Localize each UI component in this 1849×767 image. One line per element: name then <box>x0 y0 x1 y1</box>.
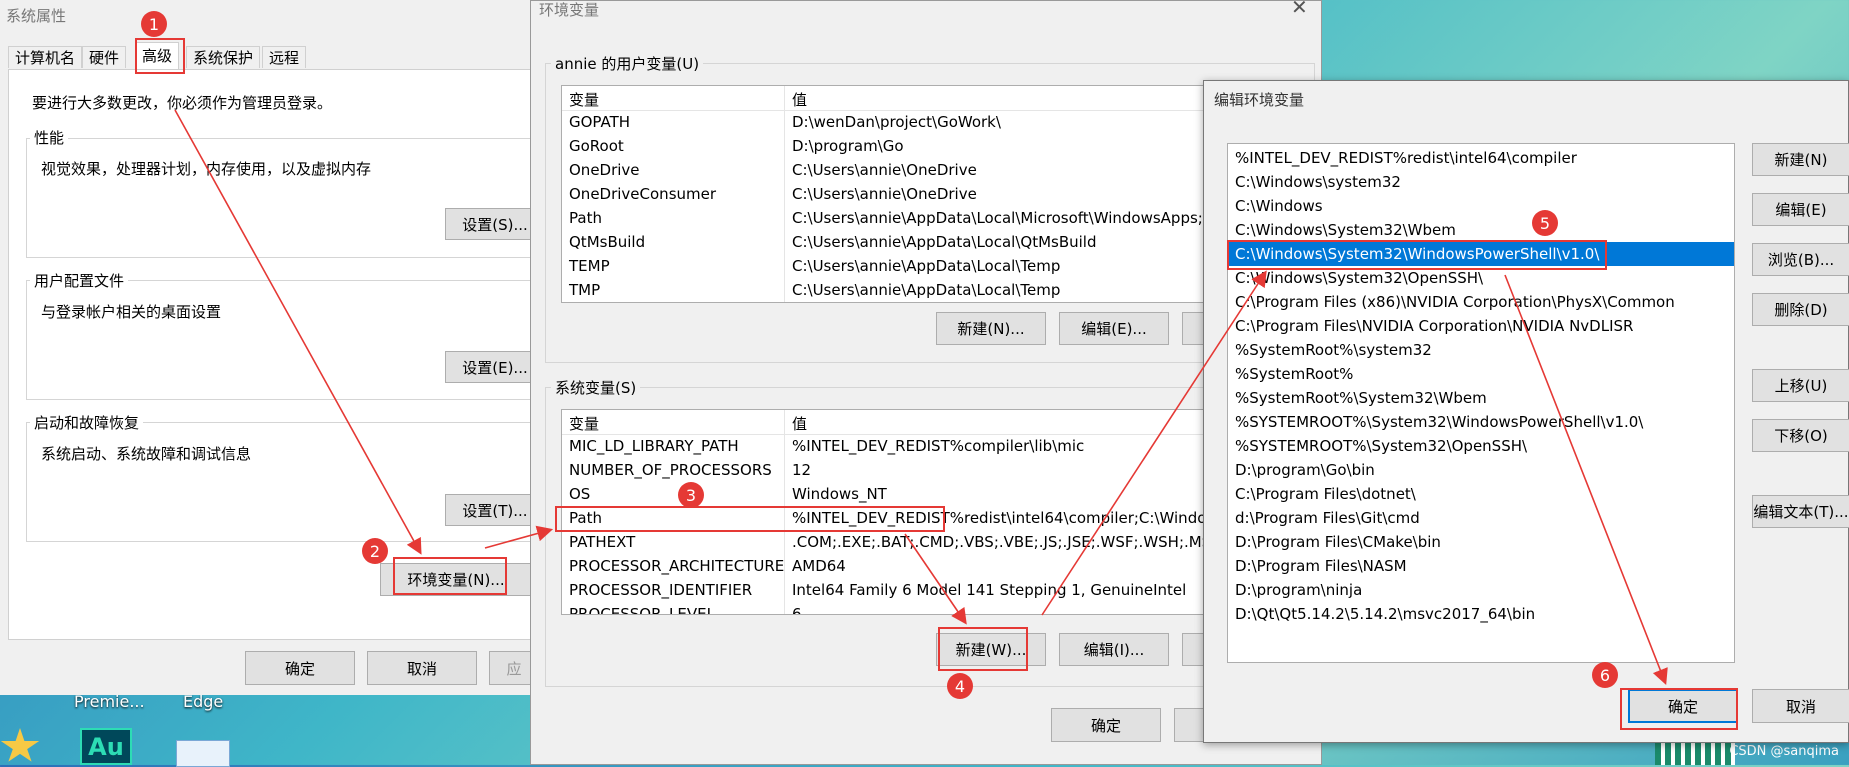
arrow-5-to-6 <box>1504 274 1668 685</box>
step-badge-4: 4 <box>947 673 973 699</box>
annotation-arrows <box>174 109 1668 685</box>
arrow-2-to-3 <box>484 525 554 549</box>
step-badge-2: 2 <box>362 538 388 564</box>
step-badge-3: 3 <box>678 482 704 508</box>
step-badge-1: 1 <box>141 11 167 37</box>
arrow-1-to-2 <box>174 109 422 555</box>
arrow-3-to-4 <box>904 533 967 625</box>
arrow-4-to-5 <box>1041 270 1267 616</box>
step-badge-5: 5 <box>1532 210 1558 236</box>
step-badge-6: 6 <box>1592 662 1618 688</box>
